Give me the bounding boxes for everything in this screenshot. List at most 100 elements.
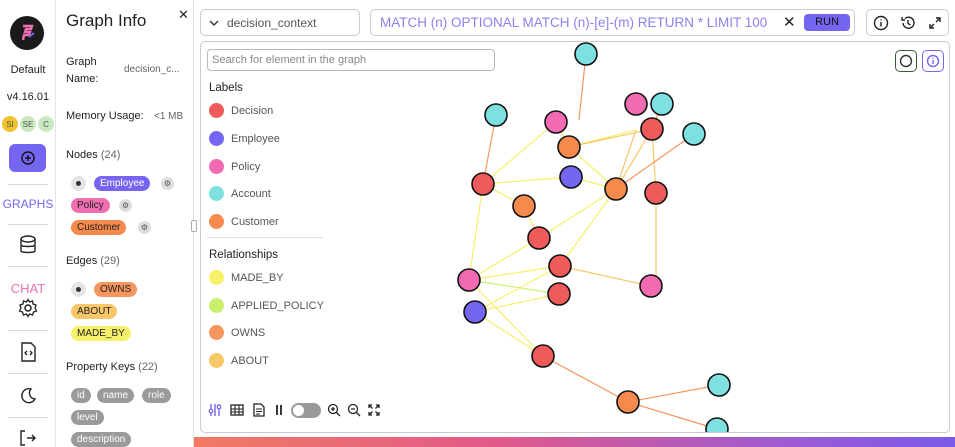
prop-key-role[interactable]: role	[142, 388, 171, 403]
legend-rel-made-by[interactable]: MADE_BY	[209, 270, 284, 285]
edges-all-toggle[interactable]	[71, 282, 86, 297]
prop-key-name[interactable]: name	[97, 388, 135, 403]
prop-key-level[interactable]: level	[71, 410, 104, 425]
graph-node-decision[interactable]	[548, 254, 572, 278]
graph-node-decision[interactable]	[644, 181, 668, 205]
graph-node-policy[interactable]	[639, 274, 663, 298]
run-button[interactable]: RUN	[804, 14, 850, 31]
legend-label-customer[interactable]: Customer	[209, 214, 279, 229]
info-icon[interactable]	[873, 15, 889, 31]
metadata-view-icon[interactable]	[251, 402, 267, 418]
graph-node-customer[interactable]	[512, 194, 536, 218]
graph-node-decision[interactable]	[471, 172, 495, 196]
edge-label-about[interactable]: ABOUT	[71, 304, 118, 319]
legend-rel-applied-policy[interactable]: APPLIED_POLICY	[209, 298, 324, 313]
graph-node-decision[interactable]	[640, 117, 664, 141]
nav-graphs[interactable]: GRAPHS	[0, 197, 56, 211]
graph-node-policy[interactable]	[457, 268, 481, 292]
legend-text: Decision	[231, 104, 274, 117]
node-label-employee[interactable]: Employee	[94, 176, 151, 191]
database-icon[interactable]	[16, 233, 40, 257]
graph-edge[interactable]	[542, 355, 629, 403]
bottom-gradient-bar	[194, 437, 955, 447]
panel-resize-handle[interactable]	[191, 220, 197, 232]
gear-icon[interactable]	[16, 296, 40, 320]
graph-node-customer[interactable]	[604, 177, 628, 201]
graph-node-decision[interactable]	[527, 226, 551, 250]
rail-divider	[8, 224, 48, 225]
nav-chat[interactable]: CHAT	[0, 281, 56, 296]
graph-node-decision[interactable]	[547, 282, 571, 306]
nodes-all-toggle[interactable]	[71, 176, 86, 191]
graph-node-account[interactable]	[705, 417, 729, 433]
app-root: Default v4.16.01 SI SE C GRAPHS CHAT Gra…	[0, 0, 955, 447]
edges-label: Edges	[66, 255, 98, 267]
graph-node-customer[interactable]	[616, 390, 640, 414]
graph-edge[interactable]	[468, 237, 540, 281]
graph-edge[interactable]	[482, 121, 557, 185]
badge-si[interactable]: SI	[2, 116, 18, 132]
graph-edge[interactable]	[538, 188, 617, 239]
graph-node-account[interactable]	[574, 42, 598, 66]
node-label-customer[interactable]: Customer	[71, 220, 127, 235]
graph-edge[interactable]	[559, 265, 652, 287]
clear-query-icon[interactable]: ✕	[783, 13, 796, 31]
logout-icon[interactable]	[16, 426, 40, 447]
app-logo[interactable]	[10, 16, 44, 50]
graph-edge[interactable]	[482, 176, 572, 185]
graph-edge[interactable]	[627, 401, 718, 430]
graph-edge[interactable]	[468, 183, 484, 281]
legend-label-policy[interactable]: Policy	[209, 159, 260, 174]
badge-se[interactable]: SE	[20, 116, 36, 132]
graph-search-input[interactable]: Search for element in the graph	[207, 49, 495, 71]
new-graph-button[interactable]	[9, 144, 46, 172]
legend-rel-owns[interactable]: OWNS	[209, 325, 265, 340]
layout-toggle-button[interactable]	[895, 50, 917, 72]
graph-node-policy[interactable]	[544, 110, 568, 134]
graph-canvas[interactable]: Search for element in the graph Labels D…	[200, 41, 950, 433]
legend-label-account[interactable]: Account	[209, 186, 271, 201]
edge-label-owns[interactable]: OWNS	[94, 282, 138, 297]
code-file-icon[interactable]	[16, 340, 40, 364]
badge-c[interactable]: C	[38, 116, 54, 132]
legend-label-decision[interactable]: Decision	[209, 103, 273, 118]
graph-node-account[interactable]	[650, 92, 674, 116]
prop-key-id[interactable]: id	[71, 388, 91, 403]
graph-edge[interactable]	[474, 311, 544, 357]
graph-edge[interactable]	[474, 293, 560, 313]
graph-node-policy[interactable]	[624, 92, 648, 116]
node-style-icon[interactable]: ⚙	[138, 221, 151, 234]
pause-icon[interactable]	[273, 402, 285, 418]
graph-node-account[interactable]	[707, 373, 731, 397]
graph-info-button[interactable]	[922, 50, 944, 72]
graph-edge[interactable]	[627, 384, 720, 403]
graph-selector[interactable]: decision_context	[200, 9, 360, 36]
graph-edge[interactable]	[468, 279, 560, 295]
animation-toggle[interactable]	[291, 402, 321, 418]
prop-key-description[interactable]: description	[71, 432, 132, 447]
legend-text: Employee	[231, 132, 280, 145]
graph-edge[interactable]	[559, 188, 617, 267]
graph-node-employee[interactable]	[559, 165, 583, 189]
graph-node-employee[interactable]	[463, 300, 487, 324]
expand-icon[interactable]	[928, 16, 942, 30]
history-icon[interactable]	[900, 15, 916, 31]
graph-node-account[interactable]	[484, 103, 508, 127]
moon-icon[interactable]	[16, 384, 40, 408]
graph-node-account[interactable]	[682, 122, 706, 146]
graph-edge[interactable]	[568, 128, 653, 148]
close-panel-button[interactable]: ✕	[178, 7, 189, 23]
node-label-policy[interactable]: Policy	[71, 198, 110, 213]
legend-label-employee[interactable]: Employee	[209, 131, 280, 146]
graph-view-icon[interactable]	[207, 402, 223, 418]
graph-node-decision[interactable]	[531, 344, 555, 368]
edge-label-made-by[interactable]: MADE_BY	[71, 326, 131, 341]
zoom-in-icon[interactable]	[327, 403, 341, 417]
zoom-out-icon[interactable]	[347, 403, 361, 417]
node-style-icon[interactable]: ⚙	[119, 199, 132, 212]
graph-node-customer[interactable]	[557, 135, 581, 159]
table-view-icon[interactable]	[229, 402, 245, 418]
node-style-icon[interactable]: ⚙	[161, 177, 174, 190]
fit-view-icon[interactable]	[367, 403, 381, 417]
legend-rel-about[interactable]: ABOUT	[209, 353, 269, 368]
